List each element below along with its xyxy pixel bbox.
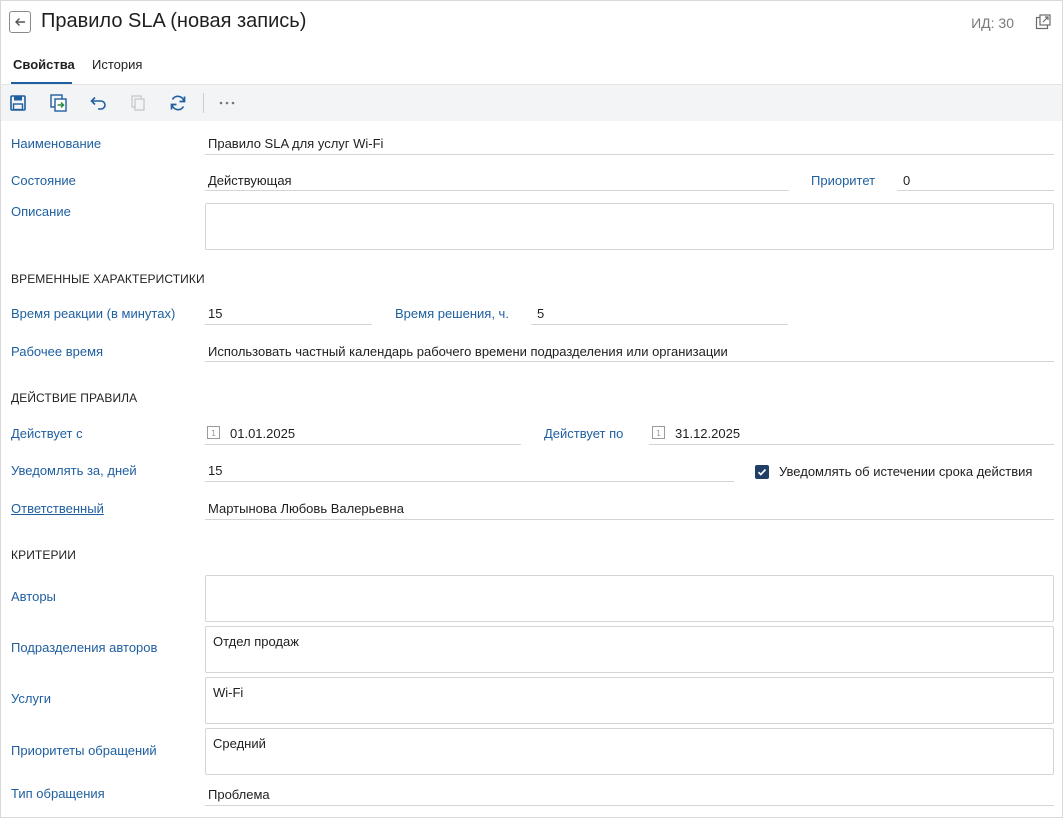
calendar-icon[interactable]: 1	[207, 426, 220, 439]
notify-days-underline	[205, 481, 734, 482]
notify-days-label: Уведомлять за, дней	[11, 463, 137, 478]
notify-days-field[interactable]: 15	[208, 463, 222, 478]
state-label: Состояние	[11, 173, 76, 188]
header: Правило SLA (новая запись) ИД: 30	[0, 0, 1063, 44]
save-and-close-button[interactable]	[49, 93, 69, 113]
authors-label: Авторы	[11, 589, 56, 604]
copy-icon	[131, 95, 145, 111]
request-priority-value: Средний	[213, 736, 266, 751]
state-field[interactable]: Действующая	[208, 173, 292, 188]
more-icon	[219, 101, 235, 105]
author-departments-label: Подразделения авторов	[11, 640, 158, 655]
section-time-characteristics: ВРЕМЕННЫЕ ХАРАКТЕРИСТИКИ	[11, 272, 205, 286]
refresh-icon	[170, 95, 186, 111]
reaction-time-label: Время реакции (в минутах)	[11, 306, 176, 321]
state-field-underline	[205, 190, 789, 191]
notify-expire-label[interactable]: Уведомлять об истечении срока действия	[779, 464, 1032, 479]
reaction-time-underline	[205, 324, 372, 325]
services-field[interactable]: Wi-Fi	[205, 677, 1054, 724]
reaction-time-field[interactable]: 15	[208, 306, 222, 321]
save-button[interactable]	[8, 93, 28, 113]
priority-field[interactable]: 0	[903, 173, 910, 188]
authors-field[interactable]	[205, 575, 1054, 622]
tab-history[interactable]: История	[92, 57, 142, 72]
responsible-field[interactable]: Мартынова Любовь Валерьевна	[208, 501, 404, 516]
save-and-close-icon	[50, 94, 67, 112]
responsible-underline	[205, 519, 1054, 520]
author-departments-field[interactable]: Отдел продаж	[205, 626, 1054, 673]
tab-bar: Свойства История	[0, 44, 1063, 85]
refresh-button[interactable]	[168, 93, 188, 113]
save-icon	[10, 95, 26, 111]
services-label: Услуги	[11, 691, 51, 706]
service-value: Wi-Fi	[213, 685, 244, 700]
work-time-field[interactable]: Использовать частный календарь рабочего …	[208, 344, 728, 359]
svg-text:1: 1	[656, 429, 661, 438]
request-type-underline	[205, 805, 1054, 806]
active-tab-indicator	[11, 82, 72, 84]
undo-icon	[90, 96, 106, 110]
svg-text:1: 1	[211, 429, 216, 438]
toolbar	[1, 85, 1062, 121]
copy-button[interactable]	[128, 93, 148, 113]
valid-from-label: Действует с	[11, 426, 83, 441]
valid-from-underline	[205, 444, 521, 445]
priority-field-underline	[897, 190, 1054, 191]
arrow-left-icon	[15, 18, 25, 26]
page-title: Правило SLA (новая запись)	[41, 10, 307, 32]
request-priorities-label: Приоритеты обращений	[11, 743, 157, 758]
valid-to-label: Действует по	[544, 426, 624, 441]
tab-properties[interactable]: Свойства	[13, 57, 75, 72]
undo-button[interactable]	[88, 93, 108, 113]
name-field-underline	[205, 154, 1054, 155]
description-field[interactable]	[205, 203, 1054, 250]
request-priorities-field[interactable]: Средний	[205, 728, 1054, 775]
description-label: Описание	[11, 204, 71, 219]
back-button[interactable]	[9, 11, 31, 33]
external-link-icon	[1035, 14, 1051, 30]
name-field[interactable]: Правило SLA для услуг Wi-Fi	[208, 136, 383, 151]
section-rule-action: ДЕЙСТВИЕ ПРАВИЛА	[11, 391, 138, 405]
request-type-field[interactable]: Проблема	[208, 787, 270, 802]
valid-to-field[interactable]: 31.12.2025	[675, 426, 740, 441]
record-id: ИД: 30	[971, 15, 1014, 31]
resolve-time-field[interactable]: 5	[537, 306, 544, 321]
resolve-time-underline	[531, 324, 788, 325]
checkmark-icon	[757, 468, 767, 476]
resolve-time-label: Время решения, ч.	[395, 306, 509, 321]
work-time-label: Рабочее время	[11, 344, 104, 359]
author-department-value: Отдел продаж	[213, 634, 299, 649]
open-in-new-window-button[interactable]	[1035, 14, 1051, 30]
valid-to-underline	[649, 444, 1054, 445]
name-label: Наименование	[11, 136, 102, 151]
work-time-underline	[205, 361, 1054, 362]
valid-from-field[interactable]: 01.01.2025	[230, 426, 295, 441]
priority-label: Приоритет	[811, 173, 876, 188]
more-actions-button[interactable]	[217, 93, 237, 113]
calendar-icon[interactable]: 1	[652, 426, 665, 439]
responsible-link[interactable]: Ответственный	[11, 501, 104, 516]
request-type-label: Тип обращения	[11, 786, 105, 801]
section-criteria: КРИТЕРИИ	[11, 548, 77, 562]
notify-expire-checkbox[interactable]	[755, 465, 769, 479]
toolbar-separator	[203, 93, 204, 113]
